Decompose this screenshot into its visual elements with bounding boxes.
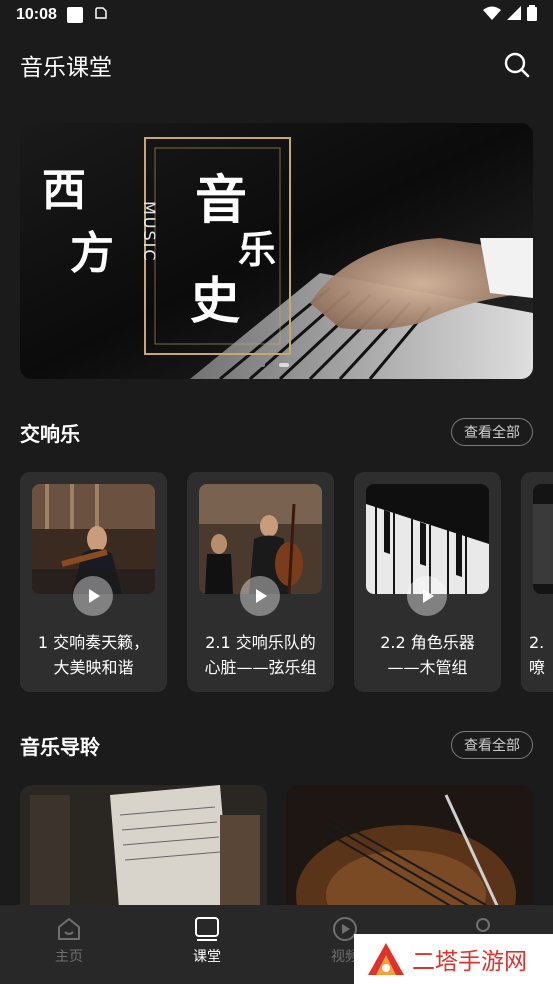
play-icon	[89, 589, 100, 603]
search-button[interactable]	[501, 49, 533, 81]
guide-thumbnail	[286, 785, 533, 925]
course-card-title-line: 2.1 交响乐队的	[205, 633, 316, 652]
banner-music-text: MUSIC	[140, 201, 159, 263]
course-card-title-line: 1 交响奏天籁，	[37, 633, 150, 652]
nav-home-label: 主页	[55, 949, 83, 965]
banner-char-xi: 西	[42, 165, 86, 216]
course-card-title-line: 大美映和谐	[53, 658, 134, 677]
watermark-text: 二塔手游网	[412, 949, 527, 975]
guide-thumbnail	[20, 785, 267, 925]
play-icon	[423, 589, 434, 603]
search-icon	[504, 52, 530, 78]
banner-char-yin: 音	[195, 170, 247, 231]
course-card-title: 2.2 角色乐器 ——木管组	[362, 630, 493, 680]
section-guide-title: 音乐导聆	[20, 734, 100, 759]
status-time: 10:08	[16, 6, 57, 23]
play-button[interactable]	[73, 576, 113, 616]
nav-classroom[interactable]: 课堂	[138, 905, 276, 984]
course-card-title-line: 2.	[529, 633, 545, 652]
course-card-title: 2.1 交响乐队的 心脏——弦乐组	[195, 630, 326, 680]
banner-image: 西 方 音 乐 史 MUSIC	[20, 123, 533, 379]
course-card-title: 1 交响奏天籁， 大美映和谐	[28, 630, 159, 680]
classroom-icon	[195, 917, 219, 941]
guide-card[interactable]	[286, 785, 533, 925]
course-card-title-line: 心脏——弦乐组	[204, 658, 317, 677]
watermark-logo-icon	[368, 943, 404, 975]
course-card[interactable]: 2. 嘹	[521, 472, 553, 692]
course-card[interactable]: 1 交响奏天籁， 大美映和谐	[20, 472, 167, 692]
course-card[interactable]: 2.1 交响乐队的 心脏——弦乐组	[187, 472, 334, 692]
wifi-icon	[483, 6, 501, 25]
section-guide-header: 音乐导聆 查看全部	[20, 729, 533, 761]
section-symphony-header: 交响乐 查看全部	[20, 416, 533, 448]
course-card-title-line: 嘹	[529, 658, 546, 677]
signal-icon	[507, 5, 521, 25]
banner-char-le: 乐	[238, 227, 276, 272]
watermark: 二塔手游网	[354, 934, 553, 984]
banner-carousel[interactable]: 西 方 音 乐 史 MUSIC	[20, 123, 533, 379]
course-card-title: 2. 嘹	[529, 630, 553, 680]
course-card-title-line: ——木管组	[387, 658, 468, 677]
symphony-card-list[interactable]: 1 交响奏天籁， 大美映和谐 2.1 交响乐队的 心脏——弦乐组 2.2 角色乐…	[20, 472, 553, 692]
app-header: 音乐课堂	[0, 40, 553, 90]
course-card-title-line: 2.2 角色乐器	[380, 633, 475, 652]
course-thumbnail	[533, 484, 553, 594]
banner-char-shi: 史	[190, 271, 240, 330]
symphony-view-all-button[interactable]: 查看全部	[451, 418, 533, 446]
battery-icon	[527, 4, 537, 26]
home-icon	[58, 918, 80, 940]
status-bar: 10:08	[0, 0, 553, 30]
guide-view-all-button[interactable]: 查看全部	[451, 731, 533, 759]
play-icon	[256, 589, 267, 603]
app-notification-icon	[93, 6, 109, 25]
section-symphony-title: 交响乐	[20, 421, 80, 446]
play-button[interactable]	[407, 576, 447, 616]
guide-card[interactable]	[20, 785, 267, 925]
play-button[interactable]	[240, 576, 280, 616]
notification-square-icon	[66, 7, 83, 23]
nav-home[interactable]: 主页	[0, 905, 138, 984]
nav-classroom-label: 课堂	[193, 949, 221, 965]
course-card[interactable]: 2.2 角色乐器 ——木管组	[354, 472, 501, 692]
page-title: 音乐课堂	[20, 55, 112, 81]
banner-char-fang: 方	[70, 228, 114, 279]
